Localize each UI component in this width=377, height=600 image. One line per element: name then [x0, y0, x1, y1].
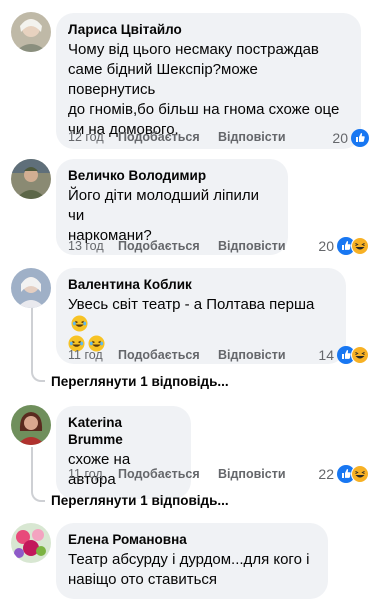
like-icon — [351, 129, 369, 147]
like-button[interactable]: Подобається — [118, 239, 200, 253]
thread-line — [31, 308, 33, 370]
reply-button[interactable]: Відповісти — [218, 130, 286, 144]
comment-author[interactable]: Величко Володимир — [68, 167, 276, 184]
avatar-photo — [11, 159, 51, 199]
reaction-summary[interactable]: 20 — [318, 236, 369, 256]
haha-icon — [351, 346, 369, 364]
comment-actions: 12 год Подобається Відповісти — [68, 130, 368, 148]
avatar[interactable] — [11, 523, 51, 563]
comment-text-line: Чому від цього несмаку постраждав — [68, 41, 319, 58]
comment-author[interactable]: Валентина Коблик — [68, 276, 334, 293]
comment-bubble: Katerina Brumme схоже на автора — [56, 406, 191, 499]
avatar[interactable] — [11, 12, 51, 52]
view-replies-link[interactable]: Переглянути 1 відповідь... — [51, 493, 229, 508]
thread-elbow — [31, 490, 45, 502]
reply-button[interactable]: Відповісти — [218, 239, 286, 253]
like-button[interactable]: Подобається — [118, 467, 200, 481]
comment-author[interactable]: Елена Романовна — [68, 531, 316, 548]
avatar-photo — [11, 523, 51, 563]
reaction-summary[interactable]: 14 — [318, 345, 369, 365]
comment-text-line: Його діти молодший ліпили чи — [68, 187, 259, 224]
reply-button[interactable]: Відповісти — [218, 348, 286, 362]
comment-text-line: Театр абсурду і дурдом...для кого і — [68, 551, 310, 568]
comment-time[interactable]: 13 год — [68, 239, 104, 253]
avatar-photo — [11, 405, 51, 445]
comment-time[interactable]: 11 год — [68, 348, 103, 362]
like-button[interactable]: Подобається — [118, 130, 200, 144]
laughing-emoji — [71, 315, 88, 332]
comment-author[interactable]: Katerina Brumme — [68, 414, 179, 448]
reaction-count: 14 — [318, 347, 334, 363]
comment-time[interactable]: 12 год — [68, 130, 104, 144]
comment-author[interactable]: Лариса Цвітайло — [68, 21, 349, 38]
thread-elbow — [31, 370, 45, 382]
view-replies-link[interactable]: Переглянути 1 відповідь... — [51, 374, 229, 389]
reaction-summary[interactable]: 22 — [318, 464, 369, 484]
reaction-summary[interactable]: 20 — [332, 128, 369, 148]
avatar-photo — [11, 268, 51, 308]
haha-icon — [351, 465, 369, 483]
comment-bubble: Лариса Цвітайло Чому від цього несмаку п… — [56, 13, 361, 149]
comment-text-line: Увесь світ театр - а Полтава перша — [68, 296, 315, 313]
haha-icon — [351, 237, 369, 255]
avatar-photo — [11, 12, 51, 52]
reaction-count: 20 — [332, 130, 348, 146]
avatar[interactable] — [11, 268, 51, 308]
comment-text: Увесь світ театр - а Полтава перша — [68, 295, 334, 335]
comment-text-line: до гномів,бо більш на гнома схоже оце — [68, 101, 340, 118]
reply-button[interactable]: Відповісти — [218, 467, 286, 481]
comment-text-line: саме бідний Шекспір?може повернутись — [68, 61, 258, 98]
reaction-count: 20 — [318, 238, 334, 254]
comment-text-line: навіщо ото ставиться — [68, 571, 218, 588]
avatar[interactable] — [11, 405, 51, 445]
reaction-count: 22 — [318, 466, 334, 482]
comment-time[interactable]: 11 год — [68, 467, 103, 481]
comment-bubble: Елена Романовна Театр абсурду і дурдом..… — [56, 523, 328, 599]
like-button[interactable]: Подобається — [118, 348, 200, 362]
avatar[interactable] — [11, 159, 51, 199]
thread-line — [31, 447, 33, 490]
